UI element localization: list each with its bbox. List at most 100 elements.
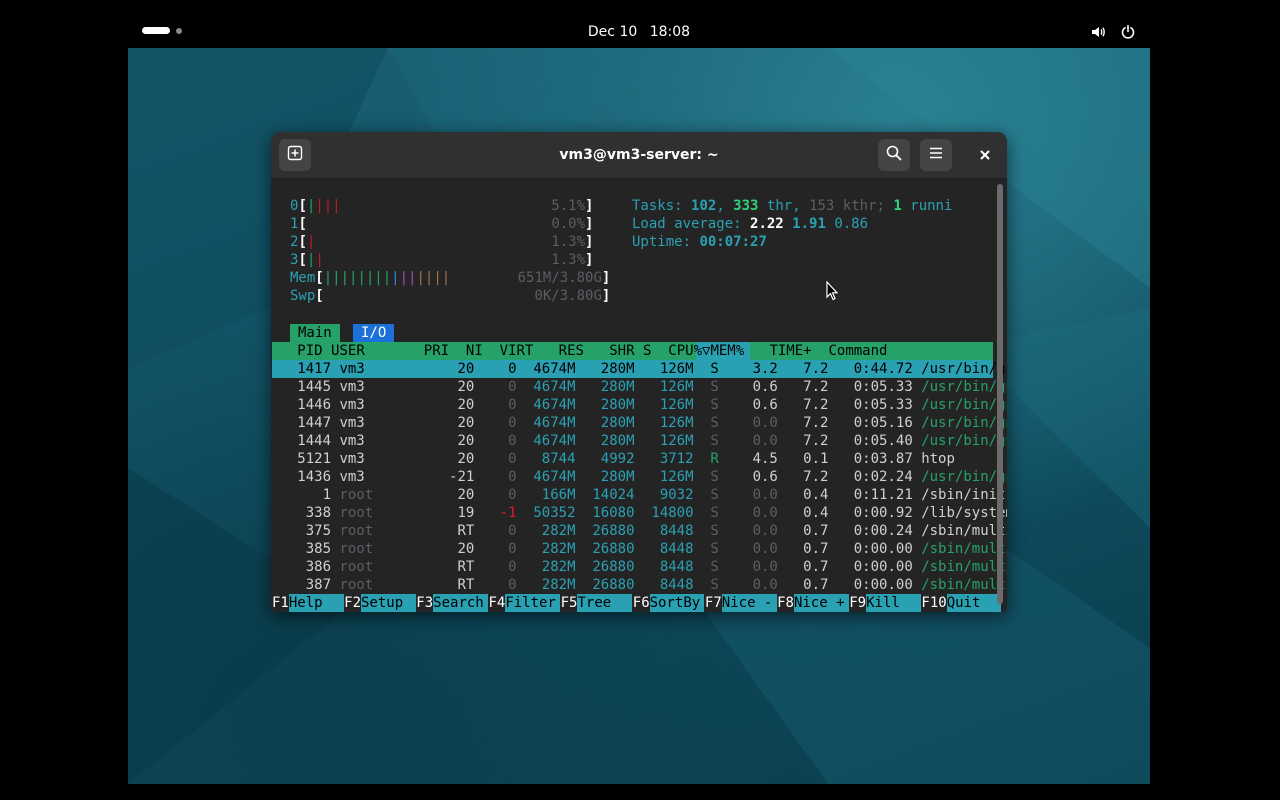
col-virt[interactable]: VIRT	[500, 343, 534, 359]
clock-time: 18:08	[649, 24, 691, 40]
process-row[interactable]: 375 root RT 0 282M 26880 8448 S 0.0 0.7 …	[272, 522, 1007, 540]
col-state[interactable]: S	[643, 343, 651, 359]
menu-button[interactable]	[920, 139, 952, 171]
process-cell: 9032	[642, 487, 694, 503]
process-cell: vm3	[339, 415, 407, 431]
process-cell: 4992	[583, 451, 635, 467]
process-cell: 20	[415, 433, 475, 449]
col-cpu[interactable]: CPU%	[668, 343, 702, 359]
process-cell: 0	[482, 397, 517, 413]
process-cell: 0.7	[786, 541, 829, 557]
process-cell: root	[339, 523, 407, 539]
window-header[interactable]: vm3@vm3-server: ~	[271, 132, 1007, 179]
process-cell: 8448	[642, 577, 694, 593]
process-cell: 0	[482, 469, 517, 485]
process-row[interactable]: 1445 vm3 20 0 4674M 280M 126M S 0.6 7.2 …	[272, 378, 1007, 396]
clock[interactable]: Dec 10 18:08	[128, 16, 1150, 48]
process-cell: 280M	[583, 469, 635, 485]
process-row[interactable]: 1447 vm3 20 0 4674M 280M 126M S 0.0 7.2 …	[272, 414, 1007, 432]
process-cell: root	[339, 487, 407, 503]
col-shr[interactable]: SHR	[609, 343, 634, 359]
col-res[interactable]: RES	[559, 343, 584, 359]
process-cell: 7.2	[786, 397, 829, 413]
fkey-help-button[interactable]: F1Help	[272, 594, 344, 612]
process-row[interactable]: 338 root 19 -1 50352 16080 14800 S 0.0 0…	[272, 504, 1007, 522]
col-pri[interactable]: PRI	[424, 343, 449, 359]
process-row[interactable]: 1436 vm3 -21 0 4674M 280M 126M S 0.6 7.2…	[272, 468, 1007, 486]
process-cell: 0	[482, 415, 517, 431]
process-cell: 386	[272, 559, 332, 575]
fkey-sortby-button[interactable]: F6SortBy	[633, 594, 705, 612]
process-cell: 50352	[524, 505, 576, 521]
process-cell: 280M	[583, 361, 635, 377]
process-cell: root	[339, 541, 407, 557]
process-cell: 0.0	[727, 505, 778, 521]
col-time[interactable]: TIME+	[769, 343, 811, 359]
fkey-quit-button[interactable]: F10Quit	[921, 594, 1002, 612]
process-row[interactable]: 1417 vm3 20 0 4674M 280M 126M S 3.2 7.2 …	[272, 360, 1007, 378]
fkey-number: F6	[632, 595, 650, 611]
process-cell: 0:05.33	[836, 379, 913, 395]
close-button[interactable]	[975, 145, 995, 165]
process-cell: -21	[415, 469, 475, 485]
fkey-number: F3	[416, 595, 434, 611]
tab-main[interactable]: Main	[290, 324, 340, 342]
col-user[interactable]: USER	[331, 343, 365, 359]
process-row[interactable]: 385 root 20 0 282M 26880 8448 S 0.0 0.7 …	[272, 540, 1007, 558]
process-row[interactable]: 387 root RT 0 282M 26880 8448 S 0.0 0.7 …	[272, 576, 1007, 594]
process-cell: 0:00.00	[836, 577, 913, 593]
fkey-filter-button[interactable]: F4Filter	[488, 594, 561, 612]
process-cell: 0	[482, 487, 517, 503]
fkey-setup-button[interactable]: F2Setup	[344, 594, 416, 612]
process-cell: vm3	[339, 397, 407, 413]
fkey-kill-button[interactable]: F9Kill	[849, 594, 921, 612]
fkey-nice-button[interactable]: F7Nice -	[705, 594, 777, 612]
system-menu[interactable]	[1090, 24, 1136, 44]
fkey-search-button[interactable]: F3Search	[416, 594, 488, 612]
process-row[interactable]: 5121 vm3 20 0 8744 4992 3712 R 4.5 0.1 0…	[272, 450, 955, 468]
process-cell: 8448	[642, 523, 694, 539]
fkey-label: Nice -	[721, 594, 777, 612]
fkey-number: F9	[849, 595, 867, 611]
process-cell: 7.2	[786, 361, 829, 377]
process-row[interactable]: 1444 vm3 20 0 4674M 280M 126M S 0.0 7.2 …	[272, 432, 1007, 450]
col-pid[interactable]: PID	[297, 343, 322, 359]
process-cell: /usr/bin/gnom	[921, 415, 1007, 431]
fkey-label: Help	[288, 594, 344, 612]
process-cell: 0.6	[727, 397, 778, 413]
terminal-content[interactable]: 0[|||| 5.1%] 1[ 0.0%] 2[| 1.3%] 3[|| 1.3…	[272, 179, 1007, 612]
col-ni[interactable]: NI	[466, 343, 483, 359]
tasks-summary: Tasks: 102, 333 thr, 153 kthr; 1 runni	[632, 198, 953, 214]
fkey-nice-button[interactable]: F8Nice +	[777, 594, 849, 612]
process-cell: vm3	[339, 433, 407, 449]
fkey-tree-button[interactable]: F5Tree	[561, 594, 633, 612]
process-cell: 282M	[524, 577, 576, 593]
fkey-number: F8	[777, 595, 794, 611]
process-cell: 3.2	[727, 361, 778, 377]
process-cell: 0.1	[786, 451, 829, 467]
process-row[interactable]: 1446 vm3 20 0 4674M 280M 126M S 0.6 7.2 …	[272, 396, 1007, 414]
process-cell: 8448	[642, 559, 694, 575]
process-cell: 0.0	[727, 577, 778, 593]
search-button[interactable]	[878, 139, 910, 171]
col-mem[interactable]: MEM%	[710, 343, 744, 359]
fkey-label: Quit	[946, 594, 1002, 612]
scrollbar[interactable]	[997, 184, 1003, 604]
process-cell: 14800	[642, 505, 694, 521]
process-cell: 26880	[583, 523, 635, 539]
process-cell: 0:00.24	[836, 523, 913, 539]
process-cell: /usr/bin/gnom	[921, 361, 1007, 377]
process-cell: 20	[415, 451, 475, 467]
column-headers[interactable]: PID USER PRI NI VIRT RES SHR S CPU%▽MEM%…	[272, 342, 887, 360]
process-row[interactable]: 1 root 20 0 166M 14024 9032 S 0.0 0.4 0:…	[272, 486, 1006, 504]
process-cell: 26880	[583, 541, 635, 557]
process-row[interactable]: 386 root RT 0 282M 26880 8448 S 0.0 0.7 …	[272, 558, 1007, 576]
process-cell: 0.6	[727, 379, 778, 395]
process-cell: 0:03.87	[836, 451, 913, 467]
process-cell: 375	[272, 523, 332, 539]
tab-io[interactable]: I/O	[353, 324, 395, 342]
process-cell: 387	[272, 577, 332, 593]
process-cell: 0:44.72	[836, 361, 913, 377]
col-command[interactable]: Command	[828, 343, 887, 359]
process-cell: 4.5	[727, 451, 778, 467]
